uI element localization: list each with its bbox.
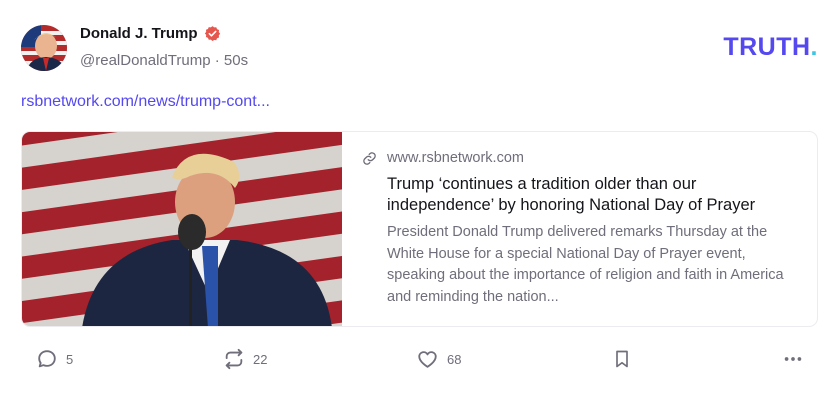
author-handle[interactable]: @realDonaldTrump [80,52,211,69]
like-icon [418,351,437,368]
post-actions: 5 22 68 [0,348,840,376]
like-button[interactable]: 68 [416,348,461,370]
link-preview-card[interactable]: www.rsbnetwork.com Trump ‘continues a tr… [21,131,818,327]
separator: · [214,52,220,69]
post-link[interactable]: rsbnetwork.com/news/trump-cont... [21,93,270,111]
retruth-button[interactable]: 22 [223,348,267,370]
card-body: www.rsbnetwork.com Trump ‘continues a tr… [342,132,817,326]
retruth-icon [225,348,243,370]
verified-badge-icon [204,26,220,41]
like-count: 68 [447,351,462,367]
post-time[interactable]: 50s [224,52,248,69]
card-domain: www.rsbnetwork.com [387,150,524,166]
more-icon [784,357,802,361]
reply-button[interactable]: 5 [36,348,73,370]
handle-line: @realDonaldTrump · 50s [80,52,248,69]
truth-social-logo[interactable]: TRUTH. [723,33,818,62]
card-description: President Donald Trump delivered remarks… [387,224,784,305]
more-options-button[interactable] [782,348,804,370]
card-title: Trump ‘continues a tradition older than … [387,175,756,214]
brand-text: TRUTH [723,33,811,61]
reply-count: 5 [66,351,74,367]
bookmark-button[interactable] [612,348,632,370]
card-image [22,132,342,326]
reply-icon [38,350,56,368]
brand-dot: . [810,33,818,61]
card-domain-row: www.rsbnetwork.com [362,150,797,166]
link-icon [363,151,376,165]
author-name[interactable]: Donald J. Trump [80,25,198,42]
retruth-count: 22 [253,351,268,367]
author-name-row[interactable]: Donald J. Trump [80,25,221,42]
avatar[interactable] [21,25,67,71]
bookmark-icon [616,350,628,368]
